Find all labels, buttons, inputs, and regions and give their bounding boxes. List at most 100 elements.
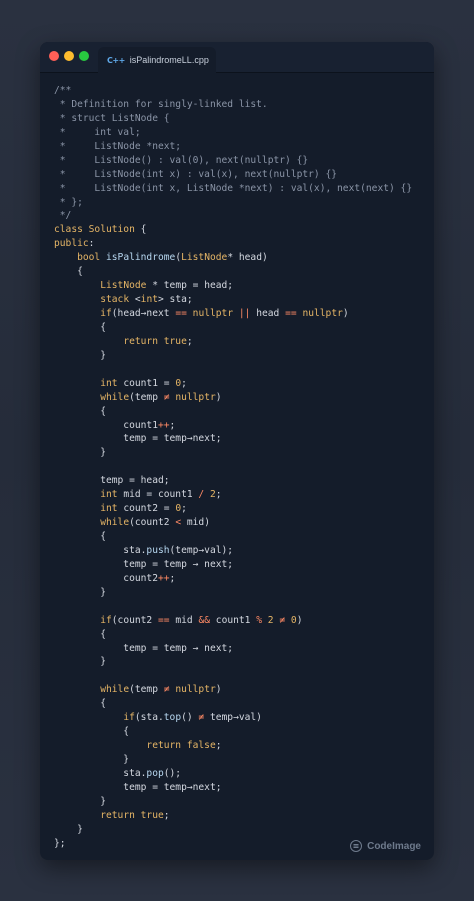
code-line: */ [54,209,430,223]
code-token: (count2 [129,517,176,529]
code-token: ++ [157,419,170,431]
code-line: while(temp ≠ nullptr) [54,683,430,697]
code-line: int count2 = 0; [54,502,430,516]
code-line: { [54,321,430,335]
code-token: ; [181,503,187,515]
code-token: (count2 [111,614,158,626]
code-token: count1 = [117,377,176,389]
file-tab[interactable]: C++ isPalindromeLL.cpp [98,47,216,73]
code-line: while(count2 < mid) [54,516,430,530]
code-line: int mid = count1 / 2; [54,488,430,502]
code-token: temp = temp → next; [54,642,234,654]
code-token: mid) [181,517,210,529]
code-editor: /** * Definition for singly-linked list.… [54,84,430,851]
code-token: (temp→val); [169,544,234,556]
code-token: pop [146,767,164,779]
code-token: ListNode [100,280,147,292]
code-token: true [163,335,187,347]
maximize-window-dot-icon[interactable] [79,51,89,61]
code-token: temp→val) [204,712,262,724]
code-token: if [100,614,112,626]
code-token: }; [54,837,66,849]
code-line: { [54,628,430,642]
code-line: stack <int> sta; [54,293,430,307]
code-token: push [146,544,170,556]
code-token: * ListNode *next; [54,140,182,152]
watermark-label: CodeImage [367,840,421,852]
code-token: return [100,809,141,821]
minimize-window-dot-icon[interactable] [64,51,74,61]
code-token: * ListNode(int x, ListNode *next) : val(… [54,182,413,194]
code-token: ; [186,335,193,347]
code-line: ListNode * temp = head; [54,279,430,293]
code-token: false [186,740,216,752]
code-token: /** [54,85,72,96]
code-line: { [54,697,430,711]
code-token: == [285,308,297,319]
code-line: * ListNode(int x, ListNode *next) : val(… [54,182,430,196]
code-token: < [129,294,141,306]
code-token: ) [296,614,303,626]
code-token: (temp [129,684,164,696]
code-token: { [54,698,106,710]
code-line: if(head→next == nullptr || head == nullp… [54,307,430,321]
code-line: count1++; [54,419,430,433]
code-token: count2 [54,572,158,584]
code-line: * ListNode *next; [54,140,430,154]
code-token: ) [215,391,222,403]
code-token: (temp [129,391,164,403]
code-token: ; [169,419,176,431]
code-token: temp = temp→next; [54,433,222,445]
code-token: : [88,238,95,250]
code-token: > sta; [158,294,193,306]
code-token: == [175,308,187,319]
codeimage-watermark: CodeImage [350,840,421,852]
code-line: * ListNode() : val(0), next(nullptr) {} [54,154,430,168]
code-window: C++ isPalindromeLL.cpp /** * Definition … [40,42,434,860]
code-token: * int val; [54,126,141,138]
code-token: ListNode [181,252,228,264]
code-token: } [54,795,106,807]
code-token: temp = temp→next; [54,781,222,793]
code-token: } [54,349,106,361]
code-token: while [100,517,130,529]
code-line: class Solution { [54,223,430,237]
code-token: int [100,377,118,389]
code-line: bool isPalindrome(ListNode* head) [54,251,430,265]
code-token: ++ [157,572,170,584]
code-token: ; [215,740,222,752]
code-token: || [238,308,251,319]
code-token: && [198,614,211,626]
code-token: while [100,684,130,696]
code-line: * }; [54,196,430,210]
code-token: class [54,224,89,236]
code-line: * ListNode(int x) : val(x), next(nullptr… [54,168,430,182]
code-line: * Definition for singly-linked list. [54,98,430,112]
code-token: temp = temp → next; [54,558,234,570]
code-token: { [54,321,106,333]
code-line: temp = temp→next; [54,432,430,446]
code-line: } [54,753,430,767]
code-line: /** [54,84,430,98]
code-token: ; [181,377,187,389]
code-token: (head→next [111,308,176,319]
code-line: * struct ListNode { [54,112,430,126]
close-window-dot-icon[interactable] [49,51,59,61]
code-token: bool [77,252,106,264]
code-token: nullptr [175,684,216,696]
code-token: ) [342,308,349,319]
code-token: isPalindrome [106,252,176,264]
